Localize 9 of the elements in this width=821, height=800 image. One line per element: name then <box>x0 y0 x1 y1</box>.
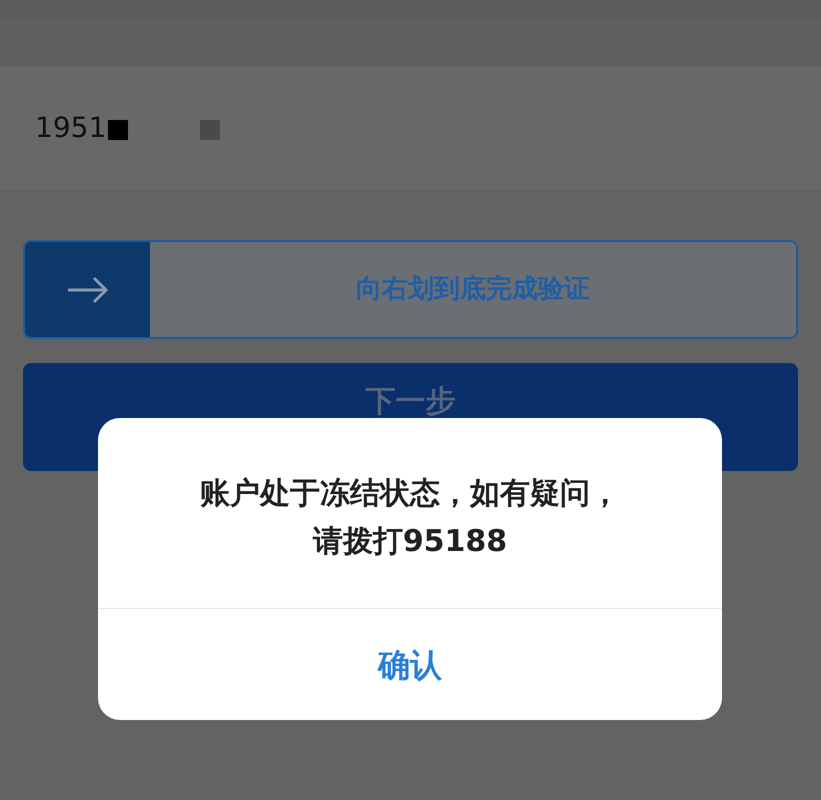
slide-verification-track[interactable]: 向右划到底完成验证 <box>23 240 798 339</box>
slider-label: 向右划到底完成验证 <box>356 273 590 306</box>
arrow-right-icon <box>66 274 110 304</box>
phone-number-text: 1951 <box>35 114 106 142</box>
slider-handle[interactable] <box>25 242 150 337</box>
redaction-mark <box>108 120 128 140</box>
redaction-mark <box>200 120 220 140</box>
dialog-message: 账户处于冻结状态，如有疑问，请拨打95188 <box>199 475 621 561</box>
confirm-button[interactable]: 确认 <box>362 640 458 688</box>
